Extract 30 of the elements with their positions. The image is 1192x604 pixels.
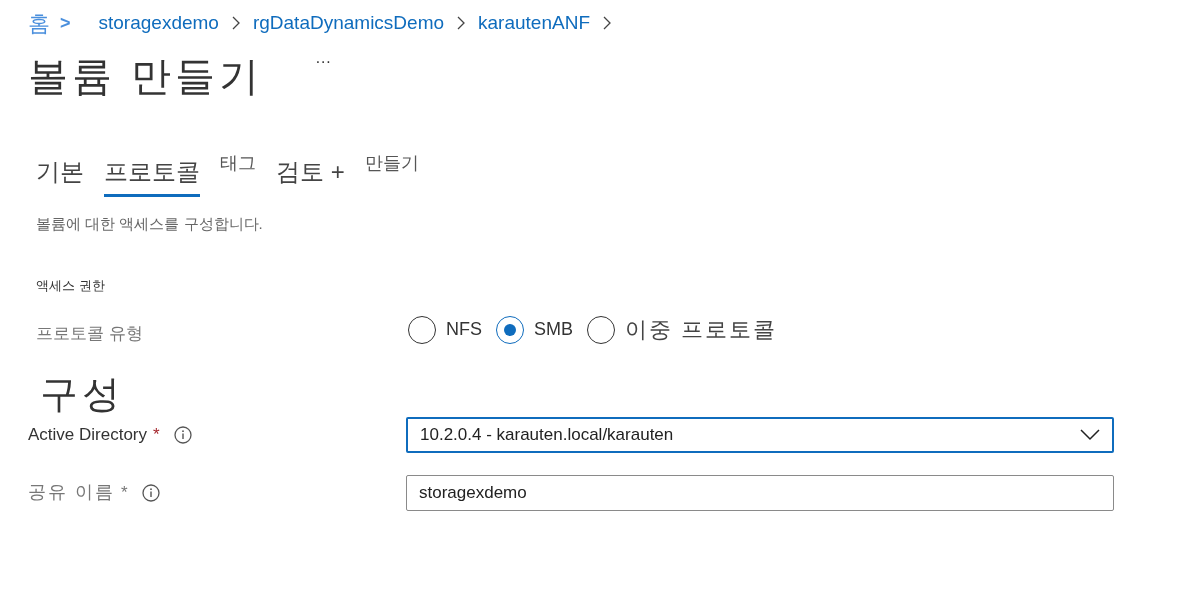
section-heading: 구성 [39,372,125,415]
tab[interactable]: 태그 [220,150,256,180]
page-title: 볼륨 만들기 [28,53,264,100]
required-marker: * [153,423,160,446]
description-text: 볼륨에 대한 액세스를 구성합니다. [35,214,264,234]
radio-option[interactable]: 이중 프로토콜 [587,313,778,347]
dropdown-field[interactable]: 10.2.0.4 - karauten.local/karauten [406,416,1114,453]
tab[interactable]: 만들기 [364,150,419,180]
radio-option[interactable]: SMB [496,315,573,344]
input-field[interactable]: storagexdemo [406,474,1114,511]
tab[interactable]: 기본 [36,154,84,197]
info-icon[interactable] [173,425,192,444]
info-icon[interactable] [141,483,160,502]
tab[interactable]: 프로토콜 [104,154,200,197]
chevron-down-icon [1080,428,1100,441]
breadcrumb-link[interactable]: storagexdemo [98,8,219,38]
field-label: Active Directory [28,423,148,446]
chevron-right-icon [456,16,467,30]
tab[interactable]: 검토 + [276,154,345,197]
field-label: 프로토콜 유형 [36,323,144,345]
chevron-right-icon [602,16,612,30]
chevron-right-icon [230,16,241,30]
required-marker: * [121,481,128,504]
field-label: 공유 이름 [28,481,115,504]
breadcrumb-separator: > [60,11,71,35]
breadcrumb-link[interactable]: rgDataDynamicsDemo [252,8,445,38]
more-button[interactable]: ··· [315,52,332,72]
radio-option[interactable]: NFS [408,315,482,344]
breadcrumb-link[interactable]: karautenANF [478,8,590,38]
section-heading: 액세스 권한 [35,276,106,295]
